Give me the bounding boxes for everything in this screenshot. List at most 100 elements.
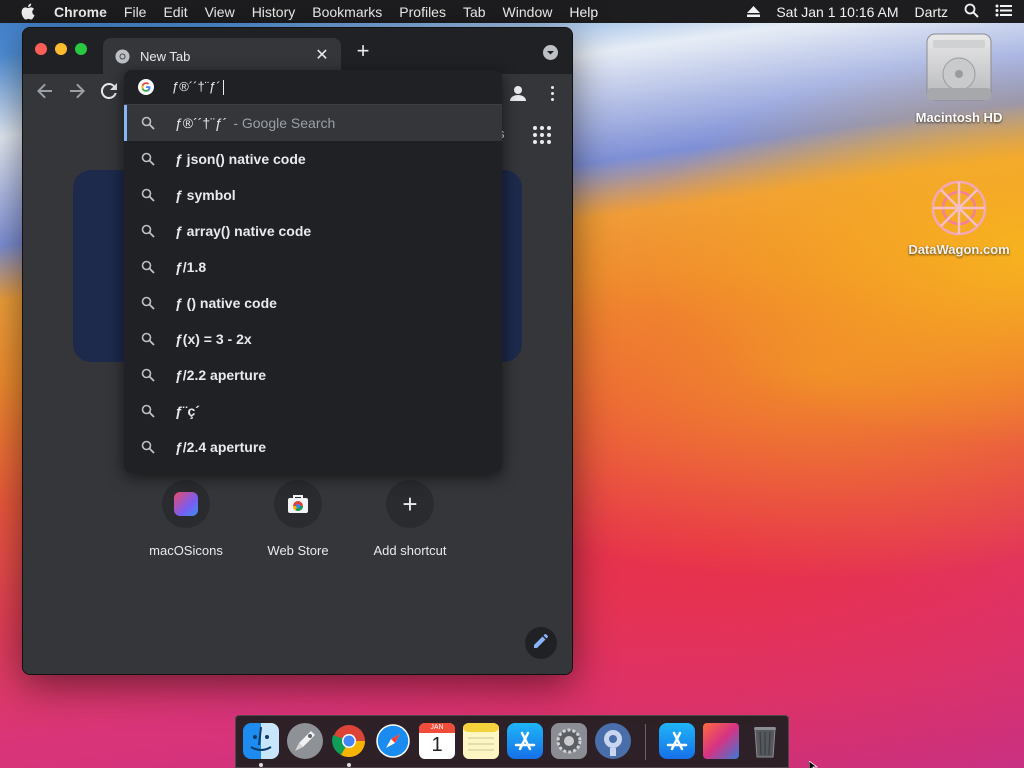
zoom-window-button[interactable] xyxy=(75,43,87,55)
forward-icon[interactable] xyxy=(67,83,87,103)
web-store-icon xyxy=(287,494,309,514)
suggestion-item[interactable]: ƒ json() native code xyxy=(124,141,502,177)
apple-menu-icon[interactable] xyxy=(20,3,38,21)
window-controls xyxy=(35,43,87,55)
running-indicator xyxy=(259,763,263,767)
notes-icon[interactable] xyxy=(463,723,499,759)
search-icon xyxy=(141,296,155,310)
suggestion-text: ƒ/2.2 aperture xyxy=(175,367,267,383)
chrome-icon[interactable] xyxy=(331,723,367,759)
tab-new-tab[interactable]: New Tab ✕ xyxy=(103,38,341,74)
dock: JAN 1 xyxy=(235,715,789,768)
clock[interactable]: Sat Jan 1 10:16 AM xyxy=(776,4,898,20)
suggestion-item[interactable]: ƒ/2.2 aperture xyxy=(124,357,502,393)
search-icon xyxy=(141,440,155,454)
menu-edit[interactable]: Edit xyxy=(163,4,187,20)
close-tab-icon[interactable]: ✕ xyxy=(313,47,331,65)
dock-separator xyxy=(645,724,646,760)
search-icon xyxy=(141,404,155,418)
shortcut-tile: + xyxy=(386,480,434,528)
menu-history[interactable]: History xyxy=(252,4,296,20)
screen-sharing-icon[interactable] xyxy=(595,723,631,759)
address-bar-text: ƒ®´´†¨ƒ´ xyxy=(172,78,221,94)
finder-icon[interactable] xyxy=(243,723,279,759)
calendar-icon[interactable]: JAN 1 xyxy=(419,723,455,759)
google-icon xyxy=(138,79,154,95)
back-icon[interactable] xyxy=(35,83,55,103)
suggestion-item[interactable]: ƒ/2.4 aperture xyxy=(124,429,502,465)
datawagon-logo-icon xyxy=(919,168,999,248)
shortcut-add[interactable]: + Add shortcut xyxy=(360,480,460,558)
suggestion-text: ƒ () native code xyxy=(175,295,277,311)
menu-view[interactable]: View xyxy=(205,4,235,20)
calendar-month: JAN xyxy=(419,723,455,733)
app-store-icon[interactable] xyxy=(507,723,543,759)
customize-button[interactable] xyxy=(525,627,557,659)
search-icon xyxy=(141,368,155,382)
shortcut-label: Web Store xyxy=(267,543,329,558)
macosicons-icon xyxy=(174,492,198,516)
tab-search-icon[interactable] xyxy=(543,45,558,60)
suggestion-hint: - Google Search xyxy=(233,115,336,131)
desktop-icon-macintosh-hd[interactable]: Macintosh HD xyxy=(904,30,1014,125)
suggestion-text: ƒ json() native code xyxy=(175,151,306,167)
address-bar[interactable]: ƒ®´´†¨ƒ´ xyxy=(124,70,502,105)
chrome-tab-icon xyxy=(115,48,130,64)
suggestion-item[interactable]: ƒ/1.8 xyxy=(124,249,502,285)
running-indicator xyxy=(347,763,351,767)
shortcut-label: Add shortcut xyxy=(373,543,447,558)
folder-stack-icon[interactable] xyxy=(703,723,739,759)
menu-file[interactable]: File xyxy=(124,4,147,20)
shortcut-tile xyxy=(162,480,210,528)
safari-icon[interactable] xyxy=(375,723,411,759)
pencil-icon xyxy=(534,633,548,653)
downloads-app-store-icon[interactable] xyxy=(659,723,695,759)
suggestion-item[interactable]: ƒ array() native code xyxy=(124,213,502,249)
launchpad-icon[interactable] xyxy=(287,723,323,759)
plus-icon: + xyxy=(402,489,418,519)
shortcut-macosicons[interactable]: macOSicons xyxy=(136,480,236,558)
trash-icon[interactable] xyxy=(747,723,783,759)
tab-title: New Tab xyxy=(140,48,191,64)
suggestion-item[interactable]: ƒ symbol xyxy=(124,177,502,213)
desktop-icon-label: Macintosh HD xyxy=(915,110,1003,125)
search-icon xyxy=(141,116,155,130)
search-icon xyxy=(141,188,155,202)
menu-help[interactable]: Help xyxy=(569,4,598,20)
menu-tab[interactable]: Tab xyxy=(463,4,486,20)
shortcut-tile xyxy=(274,480,322,528)
user-name[interactable]: Dartz xyxy=(915,4,948,20)
menu-app-name[interactable]: Chrome xyxy=(54,4,107,20)
suggestion-search-google[interactable]: ƒ®´´†¨ƒ´ - Google Search xyxy=(124,105,502,141)
suggestion-text: ƒ®´´†¨ƒ´ xyxy=(175,115,228,131)
suggestion-item[interactable]: ƒ(x) = 3 - 2x xyxy=(124,321,502,357)
calendar-day: 1 xyxy=(431,734,443,756)
suggestion-text: ƒ symbol xyxy=(175,187,236,203)
suggestion-item[interactable]: ƒ¨ç´ xyxy=(124,393,502,429)
suggestion-item[interactable]: ƒ () native code xyxy=(124,285,502,321)
profile-avatar-icon[interactable] xyxy=(506,81,530,105)
system-preferences-icon[interactable] xyxy=(551,723,587,759)
chrome-menu-icon[interactable] xyxy=(542,81,562,105)
eject-icon[interactable] xyxy=(747,4,761,20)
search-icon xyxy=(141,260,155,274)
watermark-label: DataWagon.com xyxy=(908,242,1010,257)
menu-window[interactable]: Window xyxy=(503,4,553,20)
menu-bookmarks[interactable]: Bookmarks xyxy=(312,4,382,20)
close-window-button[interactable] xyxy=(35,43,47,55)
minimize-window-button[interactable] xyxy=(55,43,67,55)
suggestion-text: ƒ/1.8 xyxy=(175,259,207,275)
control-center-icon[interactable] xyxy=(995,4,1012,20)
reload-icon[interactable] xyxy=(99,82,119,103)
shortcut-label: macOSicons xyxy=(149,543,223,558)
shortcut-web-store[interactable]: Web Store xyxy=(248,480,348,558)
text-caret xyxy=(222,80,224,96)
search-icon xyxy=(141,332,155,346)
search-icon xyxy=(141,224,155,238)
google-apps-icon[interactable] xyxy=(533,126,551,144)
menu-profiles[interactable]: Profiles xyxy=(399,4,446,20)
new-tab-button[interactable]: + xyxy=(353,40,373,62)
spotlight-icon[interactable] xyxy=(964,3,979,21)
menu-bar: Chrome File Edit View History Bookmarks … xyxy=(0,0,1024,23)
omnibox-dropdown: ƒ®´´†¨ƒ´ ƒ®´´†¨ƒ´ - Google Search ƒ json()… xyxy=(124,70,502,473)
